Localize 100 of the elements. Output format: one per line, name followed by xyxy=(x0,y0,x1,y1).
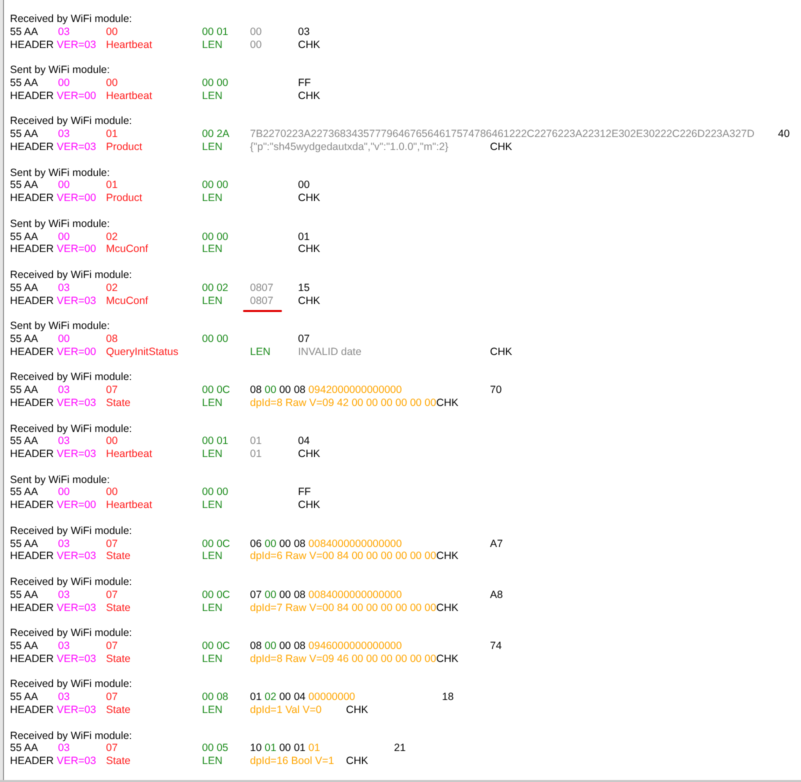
hex-text: 00 08 xyxy=(279,588,306,601)
command-text: State xyxy=(106,550,131,562)
length-text: 00 xyxy=(264,384,276,396)
length-text: 00 05 xyxy=(202,742,228,754)
direction-label: Sent by WiFi module: xyxy=(10,64,110,76)
length-text: 00 xyxy=(264,538,276,550)
length-text: 00 01 xyxy=(202,435,228,448)
hex-text: 55 AA xyxy=(10,588,38,601)
hex-text: 55 AA xyxy=(10,538,38,550)
version-text: VER=03 xyxy=(56,38,96,51)
hex-text: HEADER xyxy=(10,396,54,409)
hex-text: 01 xyxy=(298,230,310,243)
datapoint-text: 00000000 xyxy=(308,691,356,704)
length-text: 00 08 xyxy=(202,691,228,704)
version-text: 03 xyxy=(58,128,70,140)
version-text: 00 xyxy=(58,76,70,89)
command-text: 00 xyxy=(106,76,118,89)
hex-text: 55 AA xyxy=(10,742,38,754)
command-text: 07 xyxy=(106,384,118,396)
hex-text: 10 xyxy=(250,742,262,754)
length-text: LEN xyxy=(202,192,222,204)
command-text: 07 xyxy=(106,538,118,550)
command-text: Heartbeat xyxy=(106,90,152,102)
hex-text: CHK xyxy=(490,140,512,153)
command-text: QueryInitStatus xyxy=(106,346,178,358)
hex-text: HEADER xyxy=(10,448,54,460)
version-text: VER=03 xyxy=(56,140,96,153)
length-text: 00 xyxy=(264,640,276,652)
hex-text: HEADER xyxy=(10,243,54,256)
hex-text: HEADER xyxy=(10,755,54,768)
direction-label: Sent by WiFi module: xyxy=(10,166,110,179)
length-text: 00 00 xyxy=(202,486,228,498)
hex-text: A8 xyxy=(490,588,503,601)
length-text: 01 xyxy=(264,742,276,754)
hex-text: 07 xyxy=(250,588,262,601)
length-text: 00 0C xyxy=(202,538,230,550)
hex-text: CHK xyxy=(436,602,458,614)
hex-text: HEADER xyxy=(10,294,54,307)
command-text: 00 xyxy=(106,435,118,448)
length-text: 00 00 xyxy=(202,76,228,89)
payload-text: 01 xyxy=(250,448,262,460)
version-text: VER=00 xyxy=(56,192,96,204)
command-text: State xyxy=(106,602,131,614)
version-text: 03 xyxy=(58,26,70,38)
hex-text: 01 xyxy=(250,691,262,704)
command-text: Product xyxy=(106,140,142,153)
command-text: Product xyxy=(106,192,142,204)
version-text: 00 xyxy=(58,230,70,243)
length-text: LEN xyxy=(202,550,222,562)
command-text: 00 xyxy=(106,26,118,38)
length-text: 00 xyxy=(264,588,276,601)
direction-label: Received by WiFi module: xyxy=(10,627,132,640)
hex-text: CHK xyxy=(298,294,320,307)
version-text: VER=00 xyxy=(56,499,96,512)
hex-text: CHK xyxy=(298,448,320,460)
hex-text: 55 AA xyxy=(10,332,38,345)
command-text: State xyxy=(106,652,131,665)
hex-text: 00 08 xyxy=(279,384,306,396)
datapoint-text: dpId=6 Raw V=00 84 00 00 00 00 00 00 xyxy=(250,550,436,562)
datapoint-text: dpId=1 Val V=0 xyxy=(250,704,322,716)
version-text: 03 xyxy=(58,640,70,652)
command-text: McuConf xyxy=(106,294,148,307)
length-text: 00 2A xyxy=(202,128,230,140)
hex-text: 55 AA xyxy=(10,691,38,704)
length-text: 00 00 xyxy=(202,230,228,243)
hex-text: HEADER xyxy=(10,140,54,153)
command-text: 07 xyxy=(106,742,118,754)
hex-text: 55 AA xyxy=(10,128,38,140)
hex-text: 06 xyxy=(250,538,262,550)
length-text: LEN xyxy=(250,346,270,358)
payload-text: 7B2270223A2273683435777964676564617574786461222C2276223A22312E302E30222C226D223A327D xyxy=(250,128,754,140)
payload-text: 01 xyxy=(250,435,262,448)
length-text: LEN xyxy=(202,38,222,51)
hex-text: FF xyxy=(298,76,311,89)
version-text: VER=03 xyxy=(56,294,96,307)
length-text: LEN xyxy=(202,704,222,716)
hex-text: CHK xyxy=(346,755,368,768)
hex-text: 00 01 xyxy=(279,742,306,754)
hex-text: 08 xyxy=(250,640,262,652)
command-text: Heartbeat xyxy=(106,38,152,51)
version-text: 03 xyxy=(58,435,70,448)
direction-label: Sent by WiFi module: xyxy=(10,320,110,332)
hex-text: FF xyxy=(298,486,311,498)
hex-text: 74 xyxy=(490,640,502,652)
hex-text: CHK xyxy=(298,38,320,51)
length-text: LEN xyxy=(202,396,222,409)
payload-text: INVALID date xyxy=(298,346,362,358)
hex-text: HEADER xyxy=(10,704,54,716)
length-text: 00 02 xyxy=(202,282,228,294)
version-text: 00 xyxy=(58,179,70,192)
payload-text: 00 xyxy=(250,38,262,51)
datapoint-text: 0946000000000000 xyxy=(308,640,402,652)
hex-text: CHK xyxy=(436,396,458,409)
direction-label: Received by WiFi module: xyxy=(10,115,132,128)
command-text: 02 xyxy=(106,230,118,243)
length-text: LEN xyxy=(202,294,222,307)
length-text: 00 01 xyxy=(202,26,228,38)
direction-label: Received by WiFi module: xyxy=(10,730,132,742)
version-text: 03 xyxy=(58,282,70,294)
command-text: 07 xyxy=(106,588,118,601)
